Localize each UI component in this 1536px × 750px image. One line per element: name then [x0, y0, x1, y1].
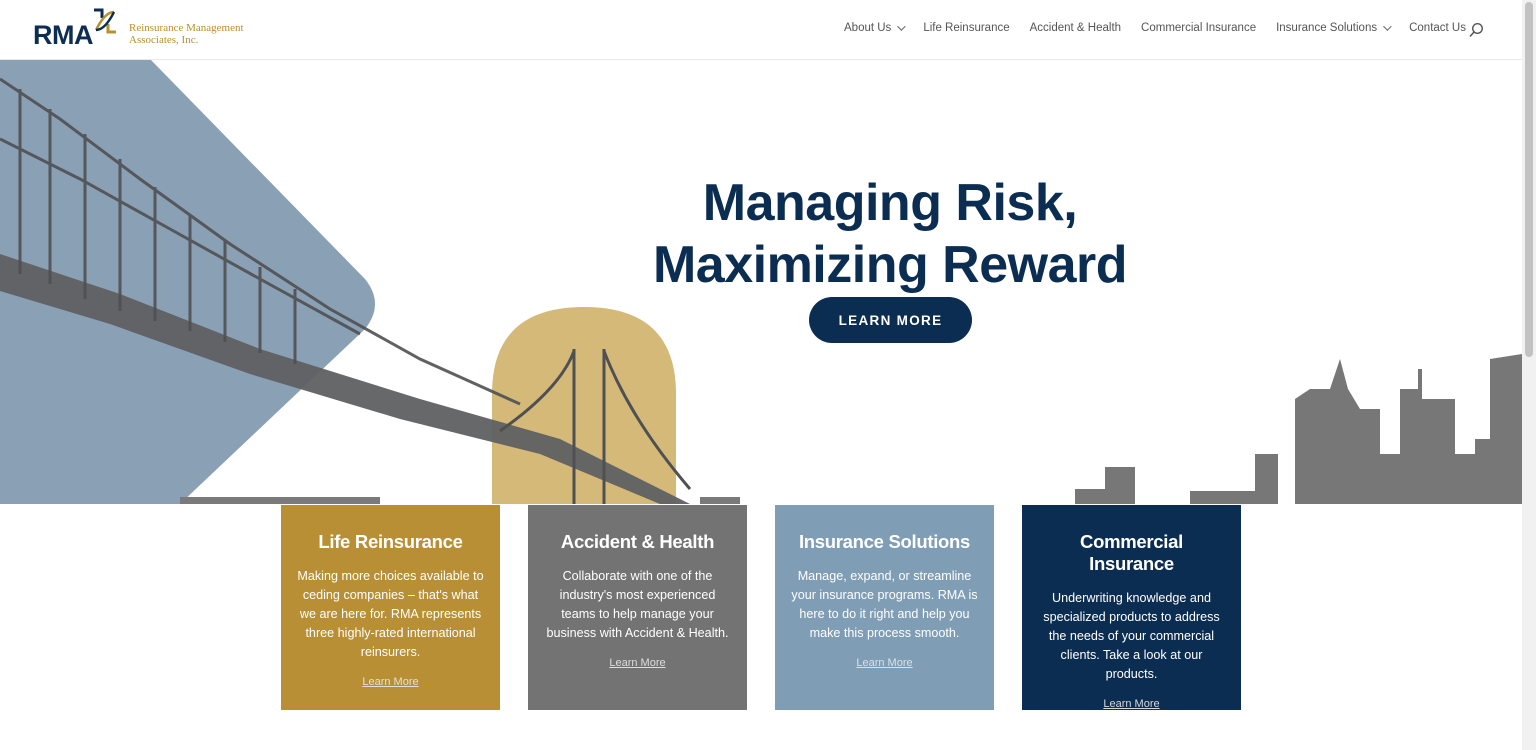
logo-mark-icon [94, 8, 116, 34]
logo-abbr: RMA [33, 20, 94, 50]
chevron-down-icon [897, 22, 906, 31]
logo[interactable]: RMA Reinsurance Management Associates, I… [33, 6, 263, 50]
card-title: Commercial Insurance [1080, 531, 1183, 574]
card-learn-more-link[interactable]: Learn More [609, 657, 665, 669]
search-icon[interactable] [1468, 22, 1484, 38]
hero-arch-shape [492, 307, 676, 504]
card-learn-more-link[interactable]: Learn More [1103, 698, 1159, 710]
card-life-reinsurance: Life Reinsurance Making more choices ava… [281, 505, 500, 710]
card-text: Manage, expand, or streamline your insur… [791, 569, 978, 640]
card-text: Underwriting knowledge and specialized p… [1043, 591, 1220, 681]
card-title: Accident & Health [560, 531, 715, 552]
hero-section: Managing Risk, Maximizing Reward LEARN M… [0, 59, 1522, 504]
nav-item-insurance-solutions[interactable]: Insurance Solutions [1276, 22, 1392, 34]
hero-title: Managing Risk, Maximizing Reward [652, 173, 1128, 294]
nav-item-about-us[interactable]: About Us [844, 22, 906, 34]
service-cards: Life Reinsurance Making more choices ava… [281, 505, 1241, 710]
card-accident-health: Accident & Health Collaborate with one o… [528, 505, 747, 710]
card-commercial-insurance: Commercial Insurance Underwriting knowle… [1022, 505, 1241, 710]
card-title: Life Reinsurance [318, 531, 463, 552]
card-title: Insurance Solutions [798, 531, 971, 552]
learn-more-button[interactable]: LEARN MORE [809, 297, 972, 343]
logo-text: Reinsurance Management Associates, Inc. [129, 22, 244, 46]
page-scrollbar[interactable] [1522, 0, 1536, 750]
main-nav: About Us Life Reinsurance Accident & Hea… [824, 22, 1466, 34]
card-text: Collaborate with one of the industry's m… [546, 569, 729, 640]
card-learn-more-link[interactable]: Learn More [362, 676, 418, 688]
chevron-down-icon [1383, 22, 1392, 31]
site-header: RMA Reinsurance Management Associates, I… [0, 0, 1522, 60]
nav-item-commercial-insurance[interactable]: Commercial Insurance [1141, 22, 1256, 34]
nav-item-contact-us[interactable]: Contact Us [1409, 22, 1466, 34]
scrollbar-thumb[interactable] [1525, 2, 1533, 357]
card-learn-more-link[interactable]: Learn More [856, 657, 912, 669]
nav-item-life-reinsurance[interactable]: Life Reinsurance [923, 22, 1009, 34]
nav-item-accident-health[interactable]: Accident & Health [1030, 22, 1121, 34]
card-insurance-solutions: Insurance Solutions Manage, expand, or s… [775, 505, 994, 710]
card-text: Making more choices available to ceding … [297, 569, 484, 659]
